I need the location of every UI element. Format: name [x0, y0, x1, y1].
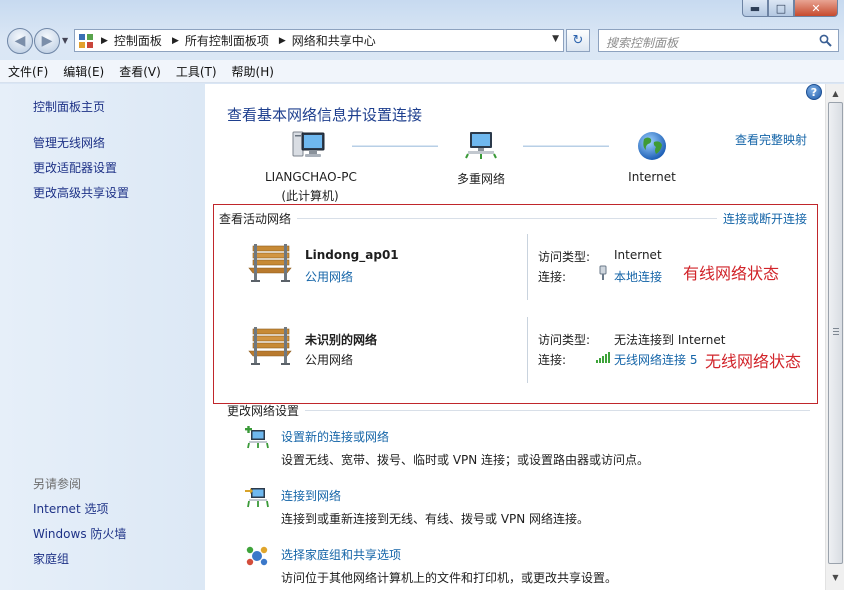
minimize-icon: ▬ [749, 1, 761, 15]
network-name: Lindong_ap01 [305, 248, 399, 262]
active-networks-heading: 查看活动网络 [219, 212, 292, 226]
access-type-label: 访问类型: [538, 250, 591, 264]
wireless-connection-link[interactable]: 无线网络连接 5 [614, 351, 697, 368]
sidebar-homegroup[interactable]: 家庭组 [33, 550, 69, 567]
homegroup-sharing-desc: 访问位于其他网络计算机上的文件和打印机，或更改共享设置。 [281, 571, 618, 585]
main-content: ? 查看基本网络信息并设置连接 查看完整映射 LIANGCHAO-PC (此计算… [205, 84, 825, 590]
scrollbar-grip-icon [833, 328, 839, 336]
forward-arrow-icon: ▶ [41, 33, 53, 49]
scrollbar-thumb[interactable] [828, 102, 843, 564]
homegroup-sharing-link[interactable]: 选择家庭组和共享选项 [281, 546, 401, 563]
map-link-line [523, 145, 609, 147]
sidebar: 控制面板主页 管理无线网络 更改适配器设置 更改高级共享设置 另请参阅 Inte… [0, 84, 205, 590]
ethernet-icon [599, 265, 607, 280]
divider [527, 317, 528, 383]
sidebar-windows-firewall[interactable]: Windows 防火墙 [33, 525, 126, 542]
recent-pages-dropdown-icon[interactable]: ▼ [62, 36, 72, 46]
setup-new-connection-link[interactable]: 设置新的连接或网络 [281, 428, 389, 445]
breadcrumb-chevron-icon[interactable]: ▶ [101, 36, 108, 46]
window-controls: ▬ □ ✕ [742, 0, 838, 17]
address-bar[interactable]: ▶ 控制面板 ▶ 所有控制面板项 ▶ 网络和共享中心 ▼ [74, 29, 564, 52]
refresh-icon: ↻ [572, 33, 584, 48]
menu-file[interactable]: 文件(F) [8, 63, 48, 80]
divider [297, 218, 717, 219]
public-network-bench-icon[interactable] [247, 325, 293, 367]
homegroup-sharing-icon[interactable] [245, 544, 269, 568]
sidebar-internet-options[interactable]: Internet 选项 [33, 500, 108, 517]
breadcrumb-all-items[interactable]: 所有控制面板项 [185, 32, 269, 49]
connection-label: 连接: [538, 270, 567, 284]
internet-label: Internet [628, 170, 676, 184]
breadcrumb-control-panel[interactable]: 控制面板 [114, 32, 162, 49]
computer-subtitle: (此计算机) [281, 189, 339, 203]
window-frame: ▬ □ ✕ ◀ ▶ ▼ ▶ 控制面板 ▶ 所有控制面板项 ▶ 网络和共享中心 ▼… [0, 0, 844, 590]
sidebar-adapter-settings[interactable]: 更改适配器设置 [33, 159, 117, 176]
breadcrumb-chevron-icon[interactable]: ▶ [172, 36, 179, 46]
computer-name: LIANGCHAO-PC [265, 170, 357, 184]
menu-view[interactable]: 查看(V) [119, 63, 161, 80]
wireless-signal-icon [596, 352, 610, 363]
access-type-value: Internet [614, 248, 662, 262]
sidebar-advanced-sharing[interactable]: 更改高级共享设置 [33, 184, 129, 201]
computer-icon[interactable] [292, 130, 326, 160]
map-link-line [352, 145, 438, 147]
change-settings-heading: 更改网络设置 [227, 404, 300, 418]
close-button[interactable]: ✕ [794, 0, 838, 17]
network-type: 公用网络 [305, 353, 354, 367]
divider [527, 234, 528, 300]
local-connection-link[interactable]: 本地连接 [614, 268, 662, 285]
maximize-button[interactable]: □ [768, 0, 794, 17]
scroll-down-icon[interactable]: ▼ [828, 570, 843, 585]
refresh-button[interactable]: ↻ [566, 29, 590, 52]
close-icon: ✕ [811, 1, 821, 15]
setup-new-connection-desc: 设置无线、宽带、拨号、临时或 VPN 连接；或设置路由器或访问点。 [281, 453, 650, 467]
page-title: 查看基本网络信息并设置连接 [227, 106, 423, 124]
multiple-networks-label: 多重网络 [456, 172, 505, 186]
back-button[interactable]: ◀ [7, 28, 33, 54]
new-connection-icon[interactable] [245, 426, 269, 450]
minimize-button[interactable]: ▬ [742, 0, 768, 17]
menu-help[interactable]: 帮助(H) [232, 63, 274, 80]
see-also-heading: 另请参阅 [33, 477, 82, 491]
maximize-icon: □ [775, 1, 787, 15]
help-icon[interactable]: ? [806, 84, 822, 100]
search-icon[interactable] [819, 34, 832, 47]
divider [305, 410, 810, 411]
connect-to-network-desc: 连接到或重新连接到无线、有线、拨号或 VPN 网络连接。 [281, 512, 590, 526]
address-dropdown-icon[interactable]: ▼ [552, 34, 559, 44]
network-name: 未识别的网络 [305, 333, 378, 347]
breadcrumb-chevron-icon[interactable]: ▶ [279, 36, 286, 46]
scroll-up-icon[interactable]: ▲ [828, 86, 843, 101]
vertical-scrollbar[interactable]: ▲ ▼ [825, 84, 844, 590]
control-panel-icon [79, 33, 95, 48]
sidebar-manage-wireless[interactable]: 管理无线网络 [33, 134, 105, 151]
access-type-value: 无法连接到 Internet [614, 333, 726, 347]
menu-bar: 文件(F) 编辑(E) 查看(V) 工具(T) 帮助(H) [0, 60, 844, 83]
connect-to-network-icon[interactable] [245, 485, 269, 509]
menu-edit[interactable]: 编辑(E) [63, 63, 104, 80]
menu-tools[interactable]: 工具(T) [176, 63, 217, 80]
forward-button[interactable]: ▶ [34, 28, 60, 54]
public-network-bench-icon[interactable] [247, 242, 293, 284]
back-arrow-icon: ◀ [14, 33, 26, 49]
wired-status-annotation: 有线网络状态 [683, 264, 780, 283]
access-type-label: 访问类型: [538, 333, 591, 347]
search-input[interactable]: 搜索控制面板 [598, 29, 839, 52]
connect-to-network-link[interactable]: 连接到网络 [281, 487, 341, 504]
wireless-status-annotation: 无线网络状态 [705, 352, 802, 371]
multiple-networks-icon[interactable] [464, 130, 498, 160]
search-placeholder: 搜索控制面板 [606, 36, 679, 50]
network-type-link[interactable]: 公用网络 [305, 268, 353, 285]
connection-label: 连接: [538, 353, 567, 367]
internet-globe-icon[interactable] [636, 130, 668, 162]
address-row: ◀ ▶ ▼ ▶ 控制面板 ▶ 所有控制面板项 ▶ 网络和共享中心 ▼ ↻ 搜索控… [0, 24, 844, 58]
active-networks-highlight [213, 204, 818, 404]
breadcrumb-network-center[interactable]: 网络和共享中心 [292, 32, 376, 49]
see-full-map-link[interactable]: 查看完整映射 [735, 131, 807, 148]
connect-disconnect-link[interactable]: 连接或断开连接 [723, 210, 807, 227]
sidebar-control-panel-home[interactable]: 控制面板主页 [33, 98, 105, 115]
